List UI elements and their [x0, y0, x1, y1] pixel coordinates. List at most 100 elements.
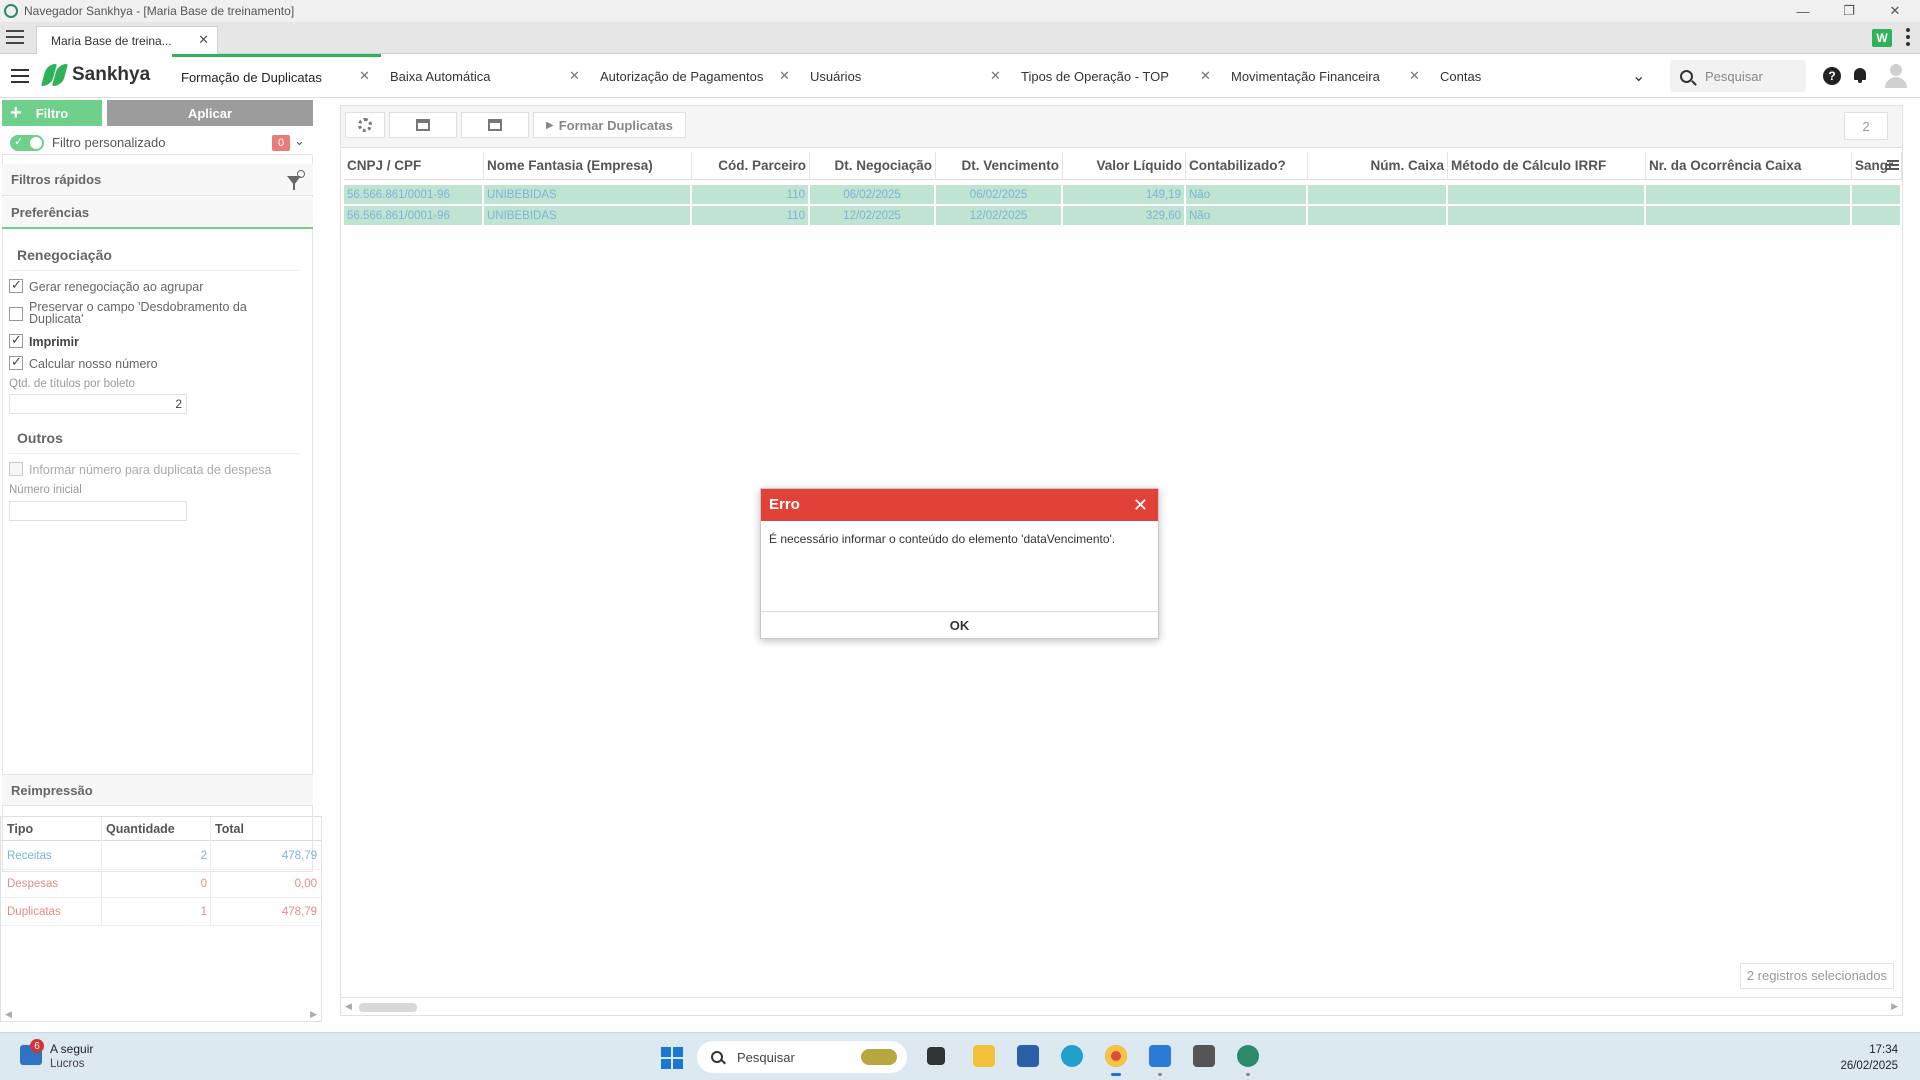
- w-extension-icon[interactable]: W: [1872, 29, 1892, 47]
- scroll-left-icon[interactable]: ◀: [345, 1001, 352, 1012]
- task-view-icon[interactable]: [927, 1047, 945, 1065]
- scroll-right-icon[interactable]: ▶: [310, 1009, 317, 1020]
- funnel-icon[interactable]: [285, 170, 305, 192]
- browser-tab[interactable]: Maria Base de treina... ✕: [36, 26, 218, 54]
- horizontal-scrollbar[interactable]: ◀ ▶: [341, 997, 1902, 1015]
- layout-button-1[interactable]: [389, 112, 457, 138]
- edge-icon[interactable]: [1061, 1045, 1083, 1067]
- system-clock[interactable]: 17:34 26/02/2025: [1840, 1042, 1898, 1074]
- taskbar: 6 A seguir Lucros Pesquisar 17:34 26/02/…: [0, 1032, 1920, 1080]
- news-subtitle[interactable]: Lucros: [50, 1058, 85, 1070]
- aplicar-button[interactable]: Aplicar: [107, 100, 313, 126]
- column-header[interactable]: Nome Fantasia (Empresa): [484, 152, 692, 180]
- tab-formacao-de-duplicatas[interactable]: Formação de Duplicatas: [172, 54, 381, 98]
- column-header[interactable]: Nr. da Ocorrência Caixa: [1646, 152, 1852, 180]
- tab-contas[interactable]: ✕ Contas: [1409, 54, 1601, 98]
- main-menu-icon[interactable]: [11, 69, 29, 87]
- calculator-icon[interactable]: [1193, 1045, 1215, 1067]
- close-tab-icon[interactable]: ✕: [569, 68, 580, 84]
- sankhya-taskbar-icon[interactable]: [1237, 1045, 1259, 1076]
- filtros-rapidos-section[interactable]: Filtros rápidos: [2, 164, 313, 196]
- help-icon[interactable]: ?: [1823, 67, 1841, 85]
- divider: [9, 453, 299, 454]
- table-icon: [416, 119, 430, 131]
- chrome-icon[interactable]: [1105, 1045, 1127, 1076]
- chevron-down-icon[interactable]: ⌄: [1632, 66, 1645, 86]
- preferencias-section[interactable]: Preferências: [2, 197, 313, 229]
- preservar-desdobramento-checkbox[interactable]: [9, 307, 23, 321]
- close-tab-icon[interactable]: ✕: [1200, 68, 1211, 84]
- close-window-icon[interactable]: ✕: [1872, 0, 1918, 22]
- tab-movimentacao-financeira[interactable]: ✕ Movimentação Financeira: [1200, 54, 1431, 98]
- imprimir-checkbox[interactable]: [9, 332, 23, 348]
- ok-button[interactable]: OK: [761, 611, 1158, 638]
- cell: [1852, 206, 1902, 225]
- table-row[interactable]: 56.566.861/0001-96 UNIBEBIDAS 110 12/02/…: [344, 206, 1902, 225]
- cell: UNIBEBIDAS: [484, 185, 692, 204]
- windows-start-icon[interactable]: [661, 1047, 683, 1069]
- window-title: Navegador Sankhya - [Maria Base de trein…: [24, 4, 295, 18]
- taskbar-search-input[interactable]: Pesquisar: [697, 1041, 907, 1073]
- column-header[interactable]: Núm. Caixa: [1308, 152, 1448, 180]
- table-row[interactable]: 56.566.861/0001-96 UNIBEBIDAS 110 06/02/…: [344, 185, 1902, 204]
- tab-baixa-automatica[interactable]: ✕ Baixa Automática: [359, 54, 590, 98]
- record-count: 2: [1844, 112, 1888, 140]
- close-tab-icon[interactable]: ✕: [198, 32, 209, 48]
- tab-tipos-de-operacao[interactable]: ✕ Tipos de Operação - TOP: [990, 54, 1221, 98]
- reimpressao-section[interactable]: Reimpressão: [2, 774, 313, 806]
- filtro-personalizado-row: Filtro personalizado 0 ⌄: [2, 131, 313, 155]
- document-app-icon[interactable]: [1149, 1045, 1171, 1076]
- cell: [1646, 185, 1852, 204]
- column-menu-icon[interactable]: [1887, 160, 1899, 172]
- column-header[interactable]: CNPJ / CPF: [344, 152, 484, 180]
- close-tab-icon[interactable]: ✕: [990, 68, 1001, 84]
- close-tab-icon[interactable]: ✕: [359, 68, 370, 84]
- qtd-titulos-input[interactable]: 2: [9, 394, 187, 414]
- chevron-down-icon[interactable]: ⌄: [294, 133, 305, 149]
- search-input[interactable]: Pesquisar: [1670, 60, 1806, 92]
- sankhya-logo[interactable]: Sankhya: [41, 64, 150, 86]
- tab-usuarios[interactable]: ✕ Usuários: [779, 54, 1010, 98]
- bell-icon[interactable]: [1852, 66, 1868, 84]
- section-label: Filtros rápidos: [11, 172, 102, 187]
- close-tab-icon[interactable]: ✕: [779, 68, 790, 84]
- layout-button-2[interactable]: [461, 112, 529, 138]
- cell: [1308, 185, 1448, 204]
- filtro-button[interactable]: + Filtro: [2, 100, 102, 126]
- file-explorer-icon[interactable]: [973, 1045, 995, 1067]
- summary-scrollbar[interactable]: ◀ ▶: [1, 1007, 321, 1021]
- news-title[interactable]: A seguir: [50, 1042, 93, 1056]
- formar-duplicatas-button[interactable]: ▶ Formar Duplicatas: [533, 112, 686, 138]
- scrollbar-thumb[interactable]: [359, 1003, 417, 1012]
- summary-table: Tipo Quantidade Total Receitas 2 478,79 …: [0, 816, 322, 1022]
- more-options-icon[interactable]: [1906, 28, 1910, 49]
- sankhya-app-icon: [4, 4, 18, 18]
- informar-numero-checkbox[interactable]: [9, 462, 23, 476]
- column-header[interactable]: Dt. Vencimento: [936, 152, 1063, 180]
- settings-button[interactable]: [345, 112, 385, 138]
- close-icon[interactable]: ✕: [1133, 489, 1148, 521]
- column-header[interactable]: Método de Cálculo IRRF: [1448, 152, 1646, 180]
- column-header[interactable]: Valor Líquido: [1063, 152, 1186, 180]
- restore-icon[interactable]: ❐: [1826, 0, 1872, 22]
- cell: 0,00: [294, 878, 317, 890]
- cell: 329,60: [1063, 206, 1186, 225]
- calcular-nosso-numero-checkbox[interactable]: [9, 354, 23, 370]
- minimize-icon[interactable]: —: [1780, 0, 1826, 22]
- selected-records-label: 2 registros selecionados: [1739, 963, 1894, 989]
- browser-menu-icon[interactable]: [6, 30, 24, 48]
- scroll-left-icon[interactable]: ◀: [5, 1009, 12, 1020]
- numero-inicial-input[interactable]: [9, 501, 187, 521]
- cell: Não: [1186, 185, 1308, 204]
- filtro-personalizado-toggle[interactable]: [10, 134, 44, 151]
- tab-autorizacao-de-pagamentos[interactable]: ✕ Autorização de Pagamentos: [569, 54, 800, 98]
- column-header[interactable]: Contabilizado?: [1186, 152, 1308, 180]
- column-header[interactable]: Dt. Negociação: [810, 152, 936, 180]
- gerar-renegociacao-checkbox[interactable]: [9, 277, 23, 293]
- cell: 2: [200, 850, 207, 862]
- close-tab-icon[interactable]: ✕: [1409, 68, 1420, 84]
- scroll-right-icon[interactable]: ▶: [1891, 1001, 1898, 1012]
- column-header[interactable]: Cód. Parceiro: [692, 152, 810, 180]
- avatar[interactable]: [1884, 64, 1908, 88]
- store-icon[interactable]: [1017, 1045, 1039, 1067]
